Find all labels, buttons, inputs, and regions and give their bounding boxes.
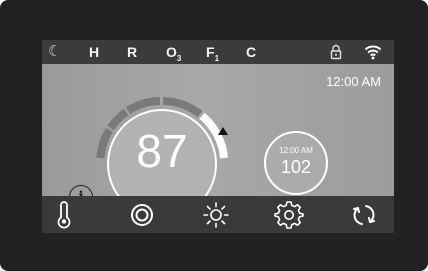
filter-subscript: 1 xyxy=(214,53,220,63)
lock-icon[interactable] xyxy=(330,44,342,60)
thermometer-icon[interactable] xyxy=(48,199,80,231)
night-mode-icon[interactable]: ☾ xyxy=(48,43,61,61)
set-temperature-panel[interactable]: 12:00 AM 102 xyxy=(264,131,328,195)
set-temperature: 102 xyxy=(280,157,312,177)
current-temperature: 87 xyxy=(136,125,188,177)
heater-indicator[interactable]: H xyxy=(89,43,99,61)
ozone-label: O xyxy=(166,44,177,60)
temperature-gauge[interactable] xyxy=(42,64,394,196)
filter-label: F xyxy=(206,44,215,60)
set-panel-time: 12:00 AM xyxy=(279,146,313,155)
refresh-icon[interactable] xyxy=(348,199,380,231)
recirculation-indicator[interactable]: R xyxy=(127,43,137,61)
device-bezel: ☾ H R O3 F1 C 12:00 AM 87 12:00 AM 102 xyxy=(0,0,428,271)
bottom-toolbar xyxy=(42,196,394,233)
ozone-subscript: 3 xyxy=(176,53,182,63)
status-bar: ☾ H R O3 F1 C xyxy=(42,40,394,64)
target-icon[interactable] xyxy=(126,199,158,231)
main-panel: 12:00 AM 87 12:00 AM 102 i xyxy=(42,64,394,219)
wifi-icon[interactable] xyxy=(364,44,382,60)
clean-cycle-indicator[interactable]: C xyxy=(246,43,256,61)
display-screen: ☾ H R O3 F1 C 12:00 AM 87 12:00 AM 102 xyxy=(42,40,394,233)
gear-icon[interactable] xyxy=(273,199,305,231)
sun-icon[interactable] xyxy=(200,199,232,231)
